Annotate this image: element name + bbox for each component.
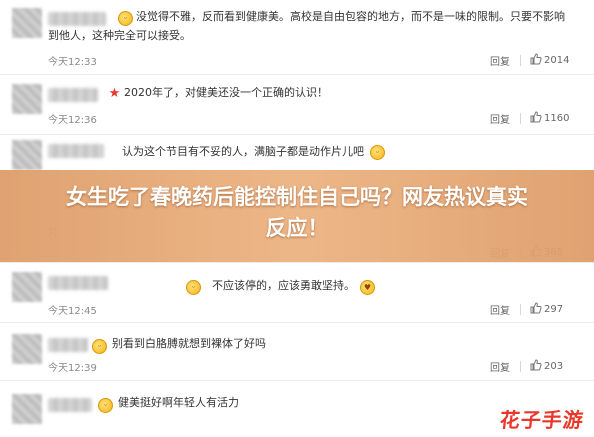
avatar[interactable] (12, 272, 42, 302)
comment-item: ★ 2020年了，对健美还没一个正确的认识！ 今天12:36 回复 1160 (0, 74, 594, 135)
divider (520, 113, 521, 124)
comment-text: 认为这个节目有不妥的人，满脑子都是动作片儿吧 (122, 145, 364, 158)
reply-button[interactable]: 回复 (490, 53, 510, 68)
reply-button[interactable]: 回复 (490, 359, 510, 374)
like-count: 297 (544, 304, 564, 315)
smile-emoji-icon: ᵕ (92, 339, 107, 354)
reply-button[interactable]: 回复 (490, 111, 510, 126)
avatar[interactable] (12, 8, 42, 38)
watermark-logo: 花子手游 (498, 408, 586, 432)
headline-line1: 女生吃了春晚药后能控制住自己吗？网友热议真实 (66, 185, 528, 209)
comment-text: 2020年了，对健美还没一个正确的认识！ (124, 86, 328, 99)
username[interactable] (48, 398, 92, 412)
smile-emoji-icon: ᵕ (98, 398, 113, 413)
like-button[interactable]: 297 (530, 302, 563, 315)
username[interactable] (48, 12, 106, 26)
like-count: 2014 (544, 55, 570, 66)
username[interactable] (48, 88, 98, 102)
star-icon: ★ (108, 86, 121, 101)
comment-item: ᵕ 不应该停的，应该勇敢坚持。 ♥ 今天12:45 回复 297 (0, 262, 594, 323)
username[interactable] (48, 276, 108, 290)
like-button[interactable]: 1160 (530, 111, 569, 124)
divider (520, 361, 521, 372)
avatar[interactable] (12, 140, 42, 170)
reply-button[interactable]: 回复 (490, 302, 510, 317)
comment-item: 认为这个节目有不妥的人，满脑子都是动作片儿吧 ᵕ (0, 134, 594, 170)
smile-emoji-icon: ᵕ (186, 280, 201, 295)
avatar[interactable] (12, 84, 42, 114)
headline: 女生吃了春晚药后能控制住自己吗？网友热议真实 反应！ (20, 182, 574, 244)
comment-time: 今天12:45 (48, 306, 97, 317)
divider (520, 304, 521, 315)
comment-text: 别看到白胳膊就想到裸体了好吗 (112, 337, 266, 350)
heart-eyes-emoji-icon: ♥ (360, 280, 375, 295)
thumbs-up-icon (530, 111, 542, 123)
comment-text: 没觉得不雅，反而看到健康美。高校是自由包容的地方，而不是一味的限制。只要不影响 (136, 10, 565, 23)
smile-emoji-icon: ᵕ (370, 145, 385, 160)
comment-item: ᵕ 没觉得不雅，反而看到健康美。高校是自由包容的地方，而不是一味的限制。只要不影… (0, 0, 594, 75)
thumbs-up-icon (530, 302, 542, 314)
thumbs-up-icon (530, 359, 542, 371)
headline-line2: 反应！ (265, 216, 329, 240)
avatar[interactable] (12, 394, 42, 424)
avatar[interactable] (12, 334, 42, 364)
smile-emoji-icon: ᵕ (118, 11, 133, 26)
comment-item: ᵕ 别看到白胳膊就想到裸体了好吗 今天12:39 回复 203 (0, 322, 594, 381)
comment-time: 今天12:36 (48, 115, 97, 126)
comment-text: 不应该停的，应该勇敢坚持。 (212, 279, 355, 292)
comment-time: 今天12:33 (48, 57, 97, 68)
comment-time: 今天12:39 (48, 363, 97, 374)
divider (520, 55, 521, 66)
username[interactable] (48, 144, 104, 158)
comment-text: 健美挺好啊年轻人有活力 (118, 396, 239, 409)
like-button[interactable]: 203 (530, 359, 563, 372)
username[interactable] (48, 338, 88, 352)
like-button[interactable]: 2014 (530, 53, 569, 66)
like-count: 1160 (544, 113, 570, 124)
comment-text: 到他人，这种完全可以接受。 (48, 29, 191, 42)
thumbs-up-icon (530, 53, 542, 65)
like-count: 203 (544, 361, 564, 372)
